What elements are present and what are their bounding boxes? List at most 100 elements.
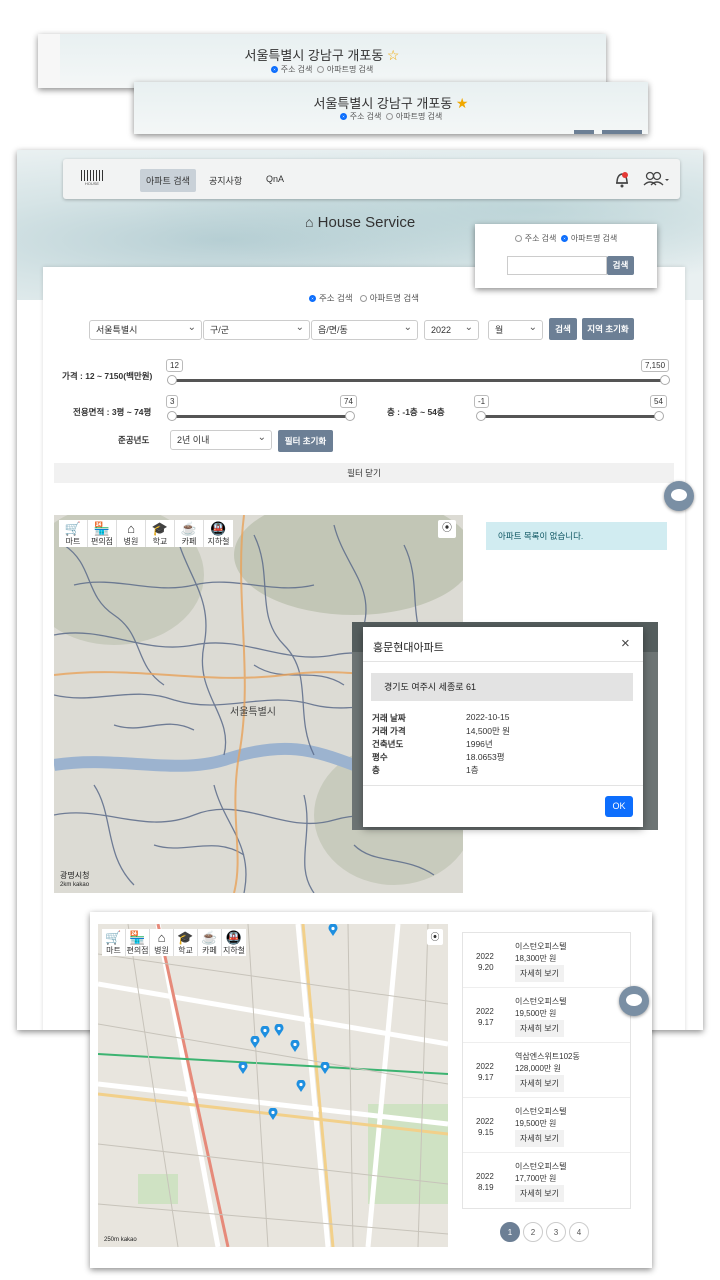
category-cafe[interactable]: ☕ 카페 [175, 520, 204, 547]
category-label: 마트 [106, 946, 121, 955]
deal-detail-button[interactable]: 자세히 보기 [515, 1130, 565, 1147]
chat-icon[interactable] [619, 986, 649, 1016]
price-slider-track[interactable] [172, 379, 666, 382]
partial-button [574, 130, 594, 134]
area-max-handle[interactable] [345, 411, 355, 421]
modal-address: 경기도 여주시 세종로 61 [371, 673, 633, 701]
category-label: 병원 [123, 537, 139, 546]
deal-divider [463, 1042, 630, 1043]
radio-address-label: 주소 검색 [349, 112, 382, 121]
deal-detail-button[interactable]: 자세히 보기 [515, 1075, 565, 1092]
apt-search-popup: 주소 검색 아파트명 검색 검색 [475, 224, 657, 288]
month-select[interactable]: 월 [488, 319, 543, 340]
category-cafe[interactable]: ☕ 카페 [198, 929, 222, 956]
map-gangnam[interactable]: 🛒 마트 🏪 편의점 ⌂ 병원 🎓 학교 ☕ 카페 🚇 지하철 ⦿ 250m kakao [98, 924, 448, 1247]
floor-slider-track[interactable] [481, 415, 662, 418]
user-menu-icon[interactable] [643, 171, 671, 187]
filter-search-type: 주소 검색 아파트명 검색 [43, 292, 685, 304]
deal-name: 이스턴오피스텔 [515, 1107, 567, 1116]
map-scale: 250m kakao [104, 1237, 137, 1243]
radio-address[interactable] [514, 235, 522, 242]
subway-icon: 🚇 [210, 521, 227, 536]
close-filter-bar[interactable]: 필터 닫기 [54, 463, 674, 483]
search-button[interactable]: 검색 [549, 318, 577, 340]
radio-apt-label: 아파트명 검색 [395, 112, 443, 121]
category-label: 지하철 [222, 946, 246, 955]
popup-search-button[interactable]: 검색 [607, 256, 634, 275]
map-pin-icon[interactable] [274, 1024, 284, 1036]
location-pin-icon[interactable]: ⦿ [427, 929, 443, 945]
map-pin-icon[interactable] [296, 1080, 306, 1092]
category-subway[interactable]: 🚇 지하철 [204, 520, 233, 547]
radio-apt[interactable] [316, 66, 324, 73]
favorite-star-filled-icon[interactable]: ★ [456, 95, 469, 111]
area-label: 전용면적 : 3평 ~ 74평 [73, 407, 152, 417]
area-min-handle[interactable] [167, 411, 177, 421]
page-2[interactable]: 2 [523, 1222, 543, 1242]
favorite-star-icon[interactable]: ☆ [387, 47, 400, 63]
map-corner-label: 광명시청 [60, 871, 90, 880]
reset-filter-button[interactable]: 필터 초기화 [278, 430, 333, 452]
close-icon[interactable]: × [621, 635, 630, 652]
floor-max-handle[interactable] [654, 411, 664, 421]
price-min-handle[interactable] [167, 375, 177, 385]
deal-name: 이스턴오피스텔 [515, 942, 567, 951]
gugun-select[interactable]: 구/군 [203, 319, 310, 340]
deal-detail-button[interactable]: 자세히 보기 [515, 965, 565, 982]
category-convenience[interactable]: 🏪 편의점 [126, 929, 150, 956]
category-school[interactable]: 🎓 학교 [146, 520, 175, 547]
map-pin-icon[interactable] [268, 1108, 278, 1120]
floor-min-handle[interactable] [476, 411, 486, 421]
modal-row-value: 14,500만 원 [466, 726, 510, 736]
category-subway[interactable]: 🚇 지하철 [222, 929, 246, 956]
apt-name-input[interactable] [507, 256, 607, 275]
category-hospital[interactable]: ⌂ 병원 [150, 929, 174, 956]
deal-detail-button[interactable]: 자세히 보기 [515, 1185, 565, 1202]
map-pin-icon[interactable] [238, 1062, 248, 1074]
map-pin-icon[interactable] [328, 924, 338, 936]
deal-year: 2022 [476, 1007, 494, 1016]
screenshot-star-empty: 서울특별시 강남구 개포동 ☆ 주소 검색 아파트명 검색 [38, 34, 606, 88]
bell-icon[interactable] [614, 170, 630, 188]
category-mart[interactable]: 🛒 마트 [59, 520, 88, 547]
radio-apt[interactable] [560, 235, 568, 242]
area-max-tag: 74 [340, 395, 357, 408]
nav-notice[interactable]: 공지사항 [209, 174, 242, 187]
dong-select[interactable]: 읍/면/동 [311, 319, 418, 340]
radio-apt[interactable] [359, 295, 367, 302]
location-pin-icon[interactable]: ⦿ [438, 520, 456, 538]
subway-icon: 🚇 [225, 930, 243, 945]
radio-address[interactable] [339, 113, 347, 120]
map-pin-icon[interactable] [290, 1040, 300, 1052]
area-slider-track[interactable] [172, 415, 351, 418]
category-school[interactable]: 🎓 학교 [174, 929, 198, 956]
ok-button[interactable]: OK [605, 796, 633, 817]
reset-region-button[interactable]: 지역 초기화 [582, 318, 634, 340]
price-max-handle[interactable] [660, 375, 670, 385]
radio-address[interactable] [308, 295, 316, 302]
page-1[interactable]: 1 [500, 1222, 520, 1242]
category-convenience[interactable]: 🏪 편의점 [88, 520, 117, 547]
year-select[interactable]: 2022 [424, 319, 479, 340]
nav-qna[interactable]: QnA [266, 174, 284, 184]
category-hospital[interactable]: ⌂ 병원 [117, 520, 146, 547]
nav-apt-search[interactable]: 아파트 검색 [140, 169, 196, 192]
category-mart[interactable]: 🛒 마트 [102, 929, 126, 956]
screenshot-deals: 🛒 마트 🏪 편의점 ⌂ 병원 🎓 학교 ☕ 카페 🚇 지하철 ⦿ 250m kakao 2… [90, 912, 652, 1268]
radio-address[interactable] [270, 66, 278, 73]
deal-price: 128,000만 원 [515, 1064, 561, 1073]
store-icon: 🏪 [93, 521, 111, 536]
page-3[interactable]: 3 [546, 1222, 566, 1242]
map-pin-icon[interactable] [250, 1036, 260, 1048]
logo[interactable]: HOUSE [81, 170, 103, 188]
built-select[interactable]: 2년 이내 [170, 429, 272, 450]
chat-icon[interactable] [664, 481, 694, 511]
map-pin-icon[interactable] [260, 1026, 270, 1038]
sido-select[interactable]: 서울특별시 [89, 319, 202, 340]
radio-apt[interactable] [385, 113, 393, 120]
modal-row-key: 거래 날짜 [372, 713, 406, 723]
deal-detail-button[interactable]: 자세히 보기 [515, 1020, 565, 1037]
page-4[interactable]: 4 [569, 1222, 589, 1242]
map-pin-icon[interactable] [320, 1062, 330, 1074]
map-category-bar: 🛒 마트 🏪 편의점 ⌂ 병원 🎓 학교 ☕ 카페 🚇 지하철 [59, 520, 233, 547]
